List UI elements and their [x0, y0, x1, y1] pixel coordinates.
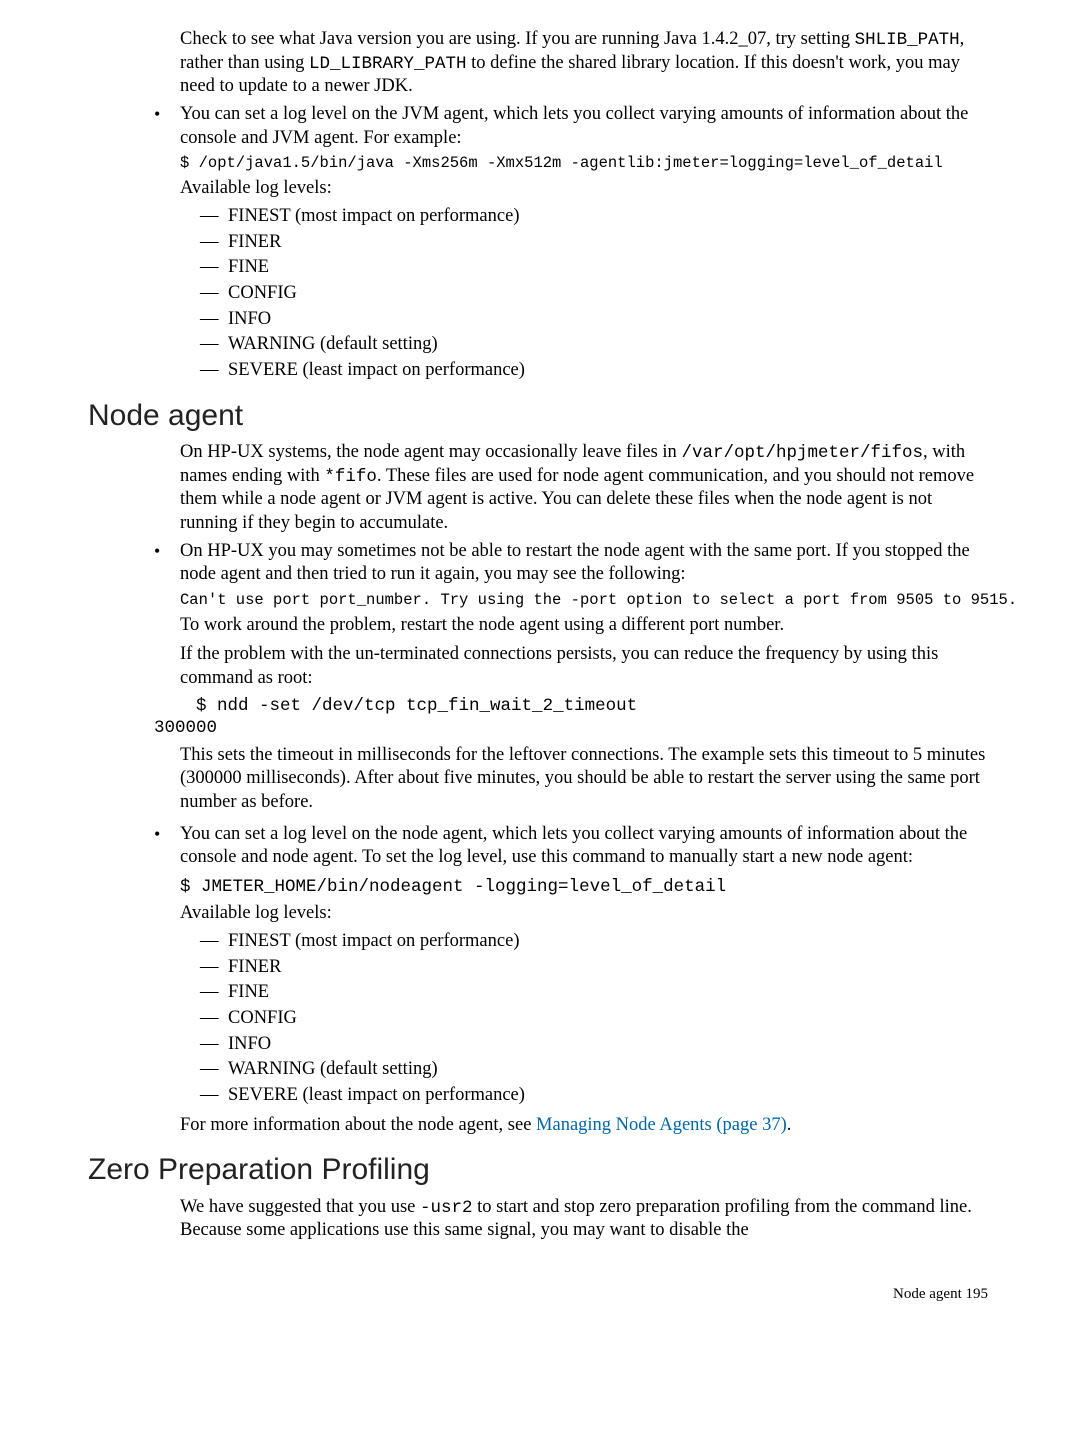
node-levels-list: FINEST (most impact on performance) FINE… — [200, 930, 992, 1108]
node-b1-p4: This sets the timeout in milliseconds fo… — [180, 744, 992, 815]
text: For more information about the node agen… — [180, 1115, 536, 1135]
level-item: FINEST (most impact on performance) — [200, 930, 992, 954]
zero-paragraph: We have suggested that you use -usr2 to … — [180, 1196, 992, 1243]
level-item: CONFIG — [200, 282, 992, 306]
level-item: INFO — [200, 1033, 992, 1057]
jvm-log-level-bullet: You can set a log level on the JVM agent… — [154, 103, 992, 383]
node-intro-block: On HP-UX systems, the node agent may occ… — [154, 441, 992, 1137]
node-agent-heading: Node agent — [88, 397, 992, 435]
top-paragraph-block: Check to see what Java version you are u… — [180, 28, 992, 99]
nodeagent-command: $ JMETER_HOME/bin/nodeagent -logging=lev… — [180, 876, 992, 898]
jvm-bullet-block: You can set a log level on the JVM agent… — [154, 103, 992, 383]
level-item: FINE — [200, 981, 992, 1005]
zero-prep-heading: Zero Preparation Profiling — [88, 1151, 992, 1189]
node-intro-paragraph: On HP-UX systems, the node agent may occ… — [180, 441, 992, 536]
node-b2-available-label: Available log levels: — [180, 902, 992, 926]
level-item: WARNING (default setting) — [200, 1058, 992, 1082]
level-item: FINER — [200, 231, 992, 255]
node-b2-p1: You can set a log level on the node agen… — [180, 823, 992, 870]
node-b1-p2: To work around the problem, restart the … — [180, 614, 992, 638]
level-item: FINER — [200, 956, 992, 980]
top-paragraph: Check to see what Java version you are u… — [180, 28, 992, 99]
zero-paragraph-block: We have suggested that you use -usr2 to … — [180, 1196, 992, 1243]
page-footer: Node agent 195 — [88, 1285, 992, 1304]
jvm-bullet-text: You can set a log level on the JVM agent… — [180, 103, 992, 150]
node-loglevel-bullet: You can set a log level on the node agen… — [154, 823, 992, 1108]
level-item: CONFIG — [200, 1007, 992, 1031]
level-item: SEVERE (least impact on performance) — [200, 1084, 992, 1108]
text: On HP-UX systems, the node agent may occ… — [180, 442, 681, 462]
text: We have suggested that you use — [180, 1197, 420, 1217]
level-item: FINEST (most impact on performance) — [200, 205, 992, 229]
jvm-command: $ /opt/java1.5/bin/java -Xms256m -Xmx512… — [180, 154, 992, 174]
node-more-info: For more information about the node agen… — [180, 1114, 992, 1138]
text: . — [787, 1115, 792, 1135]
managing-node-agents-link[interactable]: Managing Node Agents (page 37) — [536, 1115, 787, 1135]
node-restart-bullet: On HP-UX you may sometimes not be able t… — [154, 540, 992, 815]
code-fifos-path: /var/opt/hpjmeter/fifos — [681, 443, 923, 463]
level-item: SEVERE (least impact on performance) — [200, 359, 992, 383]
level-item: FINE — [200, 256, 992, 280]
ndd-command: $ ndd -set /dev/tcp tcp_fin_wait_2_timeo… — [154, 695, 992, 740]
jvm-available-label: Available log levels: — [180, 177, 992, 201]
node-b1-p3: If the problem with the un-terminated co… — [180, 643, 992, 690]
level-item: WARNING (default setting) — [200, 333, 992, 357]
text: Check to see what Java version you are u… — [180, 29, 855, 49]
code-usr2: -usr2 — [420, 1198, 473, 1218]
code-fifo-pattern: *fifo — [324, 467, 377, 487]
code-shlib-path: SHLIB_PATH — [855, 30, 960, 50]
jvm-levels-list: FINEST (most impact on performance) FINE… — [200, 205, 992, 383]
code-ld-library-path: LD_LIBRARY_PATH — [309, 54, 467, 74]
level-item: INFO — [200, 308, 992, 332]
node-port-error: Can't use port port_number. Try using th… — [180, 591, 992, 611]
node-bullets: On HP-UX you may sometimes not be able t… — [154, 540, 992, 1108]
node-b1-p1: On HP-UX you may sometimes not be able t… — [180, 540, 992, 587]
